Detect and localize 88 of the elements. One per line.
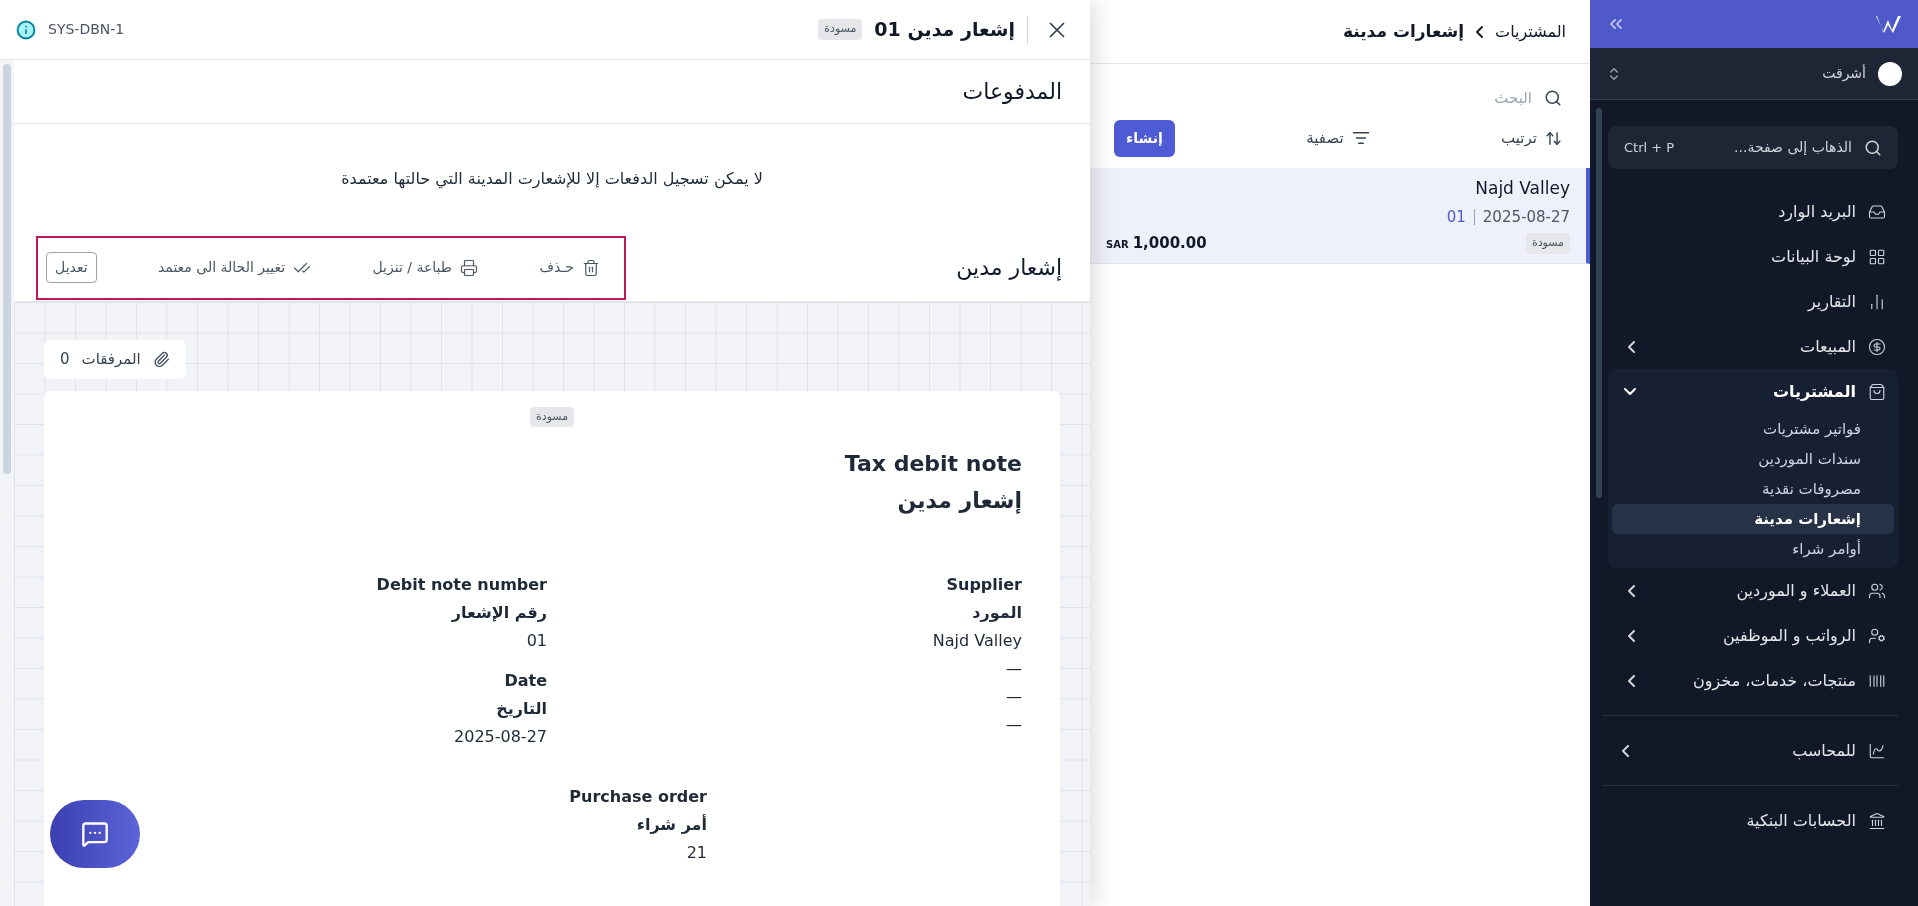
- sort-button[interactable]: ترتيب: [1501, 126, 1562, 150]
- nav-item[interactable]: المشتريات: [1608, 369, 1898, 414]
- users-icon: [1868, 581, 1886, 600]
- nav-item[interactable]: التقارير: [1608, 279, 1898, 324]
- supplier-name: Najd Valley: [1474, 177, 1570, 201]
- filter-button[interactable]: تصفية: [1306, 126, 1370, 150]
- drawer-title: إشعار مدين 01: [874, 17, 1015, 43]
- chevron-icon: [1628, 340, 1635, 353]
- bank-icon: [1868, 811, 1886, 830]
- field-label: Purchase order: [569, 786, 707, 808]
- nav-subitem[interactable]: إشعارات مدينة: [1612, 504, 1894, 534]
- chevron-icon: [1624, 388, 1636, 395]
- breadcrumb-link[interactable]: المشتريات: [1495, 19, 1566, 44]
- chevron-icon: [1622, 744, 1629, 757]
- nav-subitem[interactable]: سندات الموردين: [1612, 444, 1894, 474]
- create-button[interactable]: إنشاء: [1114, 119, 1175, 157]
- filter-icon: [1351, 129, 1370, 147]
- field-value: —: [1006, 686, 1022, 708]
- field-label: Date: [504, 670, 547, 692]
- nav-item[interactable]: لوحة البيانات: [1608, 234, 1898, 279]
- user-cog-icon: [1868, 626, 1886, 645]
- logo-icon: [1876, 14, 1902, 34]
- status-badge: مسودة: [529, 406, 575, 427]
- field-value: —: [1006, 658, 1022, 680]
- payments-message: لا يمكن تسجيل الدفعات إلا للإشعارت المدينة التي حالتها معتمدة: [341, 168, 763, 191]
- field-label: المورد: [972, 602, 1022, 624]
- sort-icon: [1545, 129, 1562, 147]
- field-value: —: [1006, 714, 1022, 736]
- chevron-icon: [1628, 629, 1635, 642]
- section-heading: المدفوعات: [962, 78, 1062, 106]
- org-name: أشرقت: [1822, 63, 1866, 84]
- search-field[interactable]: البحث: [1232, 86, 1532, 110]
- chevron-icon: [1628, 674, 1635, 687]
- inbox-icon: [1868, 202, 1886, 221]
- row-date: 2025-08-27: [1482, 206, 1570, 228]
- nav-subitem[interactable]: مصروفات نقدية: [1612, 474, 1894, 504]
- chevron-icon: [1476, 25, 1484, 38]
- goto-input[interactable]: الذهاب إلى صفحة...: [1686, 137, 1852, 158]
- field-label: Debit note number: [376, 574, 547, 596]
- field-value: 2025-08-27: [454, 726, 547, 748]
- info-icon: [16, 19, 36, 40]
- field-label: التاريخ: [496, 698, 547, 720]
- printer-icon: [459, 258, 478, 277]
- nav-item[interactable]: المبيعات: [1608, 324, 1898, 369]
- document-title: Tax debit note: [844, 450, 1022, 478]
- search-icon: [1544, 89, 1562, 107]
- nav-subitem[interactable]: فواتير مشتريات: [1612, 414, 1894, 444]
- nav-item[interactable]: للمحاسب: [1602, 728, 1898, 773]
- nav-item[interactable]: الحسابات البنكية: [1602, 798, 1898, 843]
- nav-item[interactable]: منتجات، خدمات، مخزون: [1608, 658, 1898, 703]
- field-value: 21: [686, 842, 707, 864]
- nav-subitem[interactable]: أوامر شراء: [1612, 534, 1894, 564]
- row-amount: 1,000.00: [1132, 233, 1207, 255]
- attachments-label: المرفقات: [81, 349, 141, 370]
- page-title: إشعارات مدينة: [1343, 19, 1465, 43]
- field-label: Supplier: [946, 574, 1022, 596]
- bag-icon: [1868, 382, 1886, 401]
- edit-button[interactable]: تعديل: [46, 252, 97, 283]
- row-number: 01: [1446, 206, 1466, 228]
- action-button[interactable]: طباعة / تنزيل: [372, 257, 478, 278]
- dollar-icon: [1868, 337, 1886, 356]
- status-badge: مسودة: [818, 19, 863, 40]
- shortcut-hint: Ctrl + P: [1624, 138, 1675, 157]
- scrollbar-thumb[interactable]: [3, 64, 11, 474]
- org-avatar: [1878, 61, 1902, 86]
- attachments-count: 0: [60, 349, 70, 370]
- section-heading: إشعار مدين: [956, 254, 1062, 283]
- reference-code: SYS-DBN-1: [48, 20, 125, 39]
- grid-icon: [1868, 247, 1886, 266]
- field-value: 01: [526, 630, 547, 652]
- nav-item[interactable]: البريد الوارد: [1608, 189, 1898, 234]
- document-title: إشعار مدين: [897, 487, 1022, 516]
- field-label: رقم الإشعار: [451, 602, 547, 624]
- nav-item[interactable]: العملاء و الموردين: [1608, 568, 1898, 613]
- chevron-icon: [1628, 584, 1635, 597]
- search-icon: [1864, 138, 1882, 157]
- field-label: أمر شراء: [636, 813, 707, 836]
- action-button[interactable]: تغيير الحالة الى معتمد: [157, 257, 312, 278]
- field-value: Najd Valley: [932, 630, 1022, 652]
- bar-chart-icon: [1868, 292, 1886, 311]
- scrollbar-thumb[interactable]: [1596, 108, 1602, 498]
- paperclip-icon: [152, 350, 170, 368]
- action-button[interactable]: حـذف: [539, 257, 600, 278]
- currency-code: SAR: [1106, 238, 1129, 253]
- nav-item[interactable]: الرواتب و الموظفين: [1608, 613, 1898, 658]
- chart-icon: [1868, 741, 1886, 760]
- status-badge: مسودة: [1525, 233, 1570, 254]
- trash-icon: [582, 258, 600, 277]
